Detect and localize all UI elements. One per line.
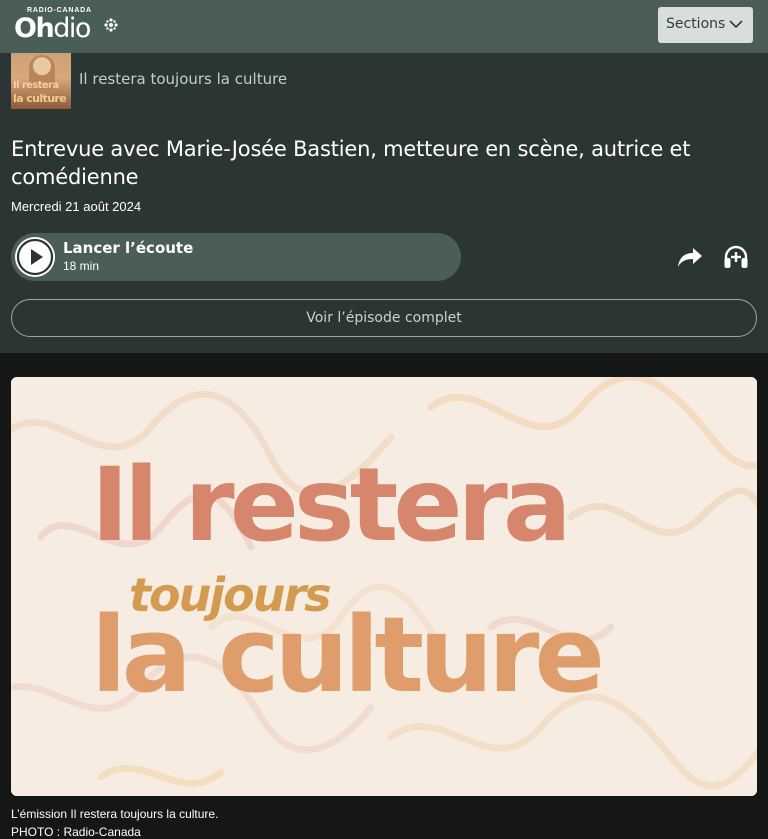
sections-label: Sections [666, 16, 726, 32]
caption-text: L’émission Il restera toujours la cultur… [11, 807, 219, 821]
sections-button[interactable]: Sections [658, 7, 753, 43]
play-episode-button[interactable]: Lancer l’écoute 18 min [11, 233, 461, 281]
thumb-title-line1: Il restera [13, 80, 59, 91]
episode-duration: 18 min [63, 259, 100, 273]
episode-title: Entrevue avec Marie-Josée Bastien, mette… [11, 137, 691, 189]
top-bar: RADIO-CANADA Ohdio Sections [0, 0, 768, 53]
play-button[interactable] [15, 237, 55, 277]
full-episode-button[interactable]: Voir l’épisode complet [11, 299, 757, 337]
chevron-down-icon [729, 20, 743, 29]
show-name-link[interactable]: Il restera toujours la culture [79, 70, 287, 88]
headphones-add-icon[interactable] [722, 243, 750, 271]
play-icon [16, 238, 54, 276]
episode-date: Mercredi 21 août 2024 [11, 199, 142, 214]
share-icon[interactable] [676, 244, 704, 270]
squiggle-background [11, 377, 757, 796]
hero-title-line1: Il restera [91, 446, 572, 565]
image-caption: L’émission Il restera toujours la cultur… [11, 805, 218, 839]
photo-credit: PHOTO : Radio-Canada [11, 825, 141, 839]
radio-canada-gem-icon [104, 18, 118, 32]
hero-title-line2: toujours [129, 568, 332, 622]
ohdio-logo[interactable]: RADIO-CANADA Ohdio [14, 6, 124, 46]
brand-wordmark: Ohdio [14, 13, 91, 44]
play-label: Lancer l’écoute [63, 239, 194, 257]
thumb-title-line2: la culture [13, 92, 67, 105]
episode-header: Il restera la culture Il restera toujour… [0, 53, 768, 353]
show-thumbnail[interactable]: Il restera la culture [11, 53, 71, 109]
episode-hero-image: Il restera la culture toujours [11, 377, 757, 796]
